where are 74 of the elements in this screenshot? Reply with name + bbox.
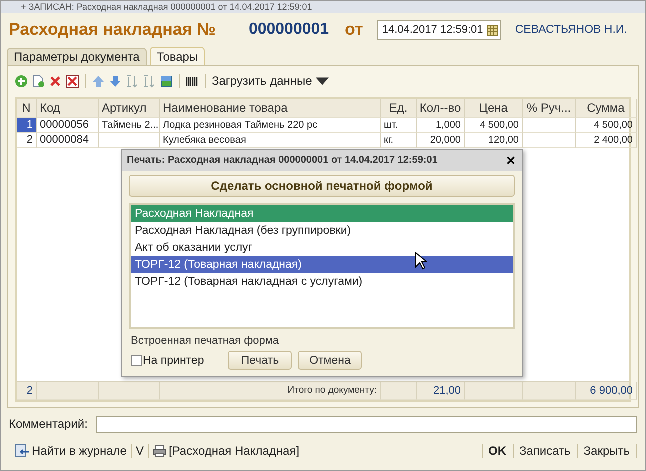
table-cell[interactable]: 2 <box>17 133 37 148</box>
footer-button[interactable]: Записать <box>514 444 577 458</box>
comment-label: Комментарий: <box>9 417 88 431</box>
table-cell: 4 500,00 <box>576 118 637 133</box>
table-cell: 2 <box>17 382 37 400</box>
footer-button[interactable]: Закрыть <box>578 444 636 458</box>
comment-field[interactable] <box>96 416 637 432</box>
table-cell <box>523 118 576 133</box>
column-header[interactable]: Ед. <box>381 99 417 118</box>
table-cell: 1,000 <box>417 118 465 133</box>
column-header[interactable]: Кол--во <box>417 99 465 118</box>
table-cell: 20,000 <box>417 133 465 148</box>
sort-descending-icon[interactable] <box>143 74 156 88</box>
find-in-journal-link[interactable]: Найти в журнале <box>11 444 131 458</box>
tab[interactable]: Параметры документа <box>7 48 147 65</box>
table-cell: 2 400,00 <box>576 133 637 148</box>
dialog-title: Печать: Расходная накладная 000000001 от 14.04.2017 12:59:01 <box>127 155 438 166</box>
print-form-item[interactable]: Акт об оказании услуг <box>131 239 513 256</box>
barcode-icon[interactable] <box>186 74 199 88</box>
column-header[interactable]: % Руч... <box>523 99 576 118</box>
window-title: + ЗАПИСАН: Расходная накладная 000000001 от 14.04.2017 12:59:01 <box>21 2 312 12</box>
table-cell <box>523 133 576 148</box>
table-cell: Лодка резиновая Таймень 220 рс <box>160 118 381 133</box>
print-form-item[interactable]: Расходная Накладная <box>131 205 513 222</box>
builtin-form-label: Встроенная печатная форма <box>131 335 280 347</box>
table-cell: 00000084 <box>37 133 99 148</box>
make-default-button[interactable]: Сделать основной печатной формой <box>129 175 515 197</box>
table-cell <box>99 133 160 148</box>
printer-icon <box>152 444 167 458</box>
calendar-icon[interactable] <box>487 24 498 36</box>
close-button[interactable]: ✕ <box>506 154 516 168</box>
date-field[interactable]: 14.04.2017 12:59:01 <box>377 20 502 40</box>
add-icon[interactable] <box>15 74 28 88</box>
column-header[interactable]: Сумма <box>576 99 637 118</box>
printer-label: На принтер <box>143 354 204 366</box>
table-cell: Кулебяка весовая <box>160 133 381 148</box>
delete-icon[interactable] <box>49 74 62 88</box>
table-cell: 00000056 <box>37 118 99 133</box>
column-header[interactable]: Наименование товара <box>160 99 381 118</box>
print-form-item[interactable]: ТОРГ-12 (Товарная накладная) <box>131 256 513 273</box>
load-data-button[interactable]: Загрузить данные <box>212 74 330 88</box>
author-name: СЕВАСТЬЯНОВ Н.И. <box>515 24 628 36</box>
print-link[interactable]: [Расходная Накладная] <box>148 444 304 458</box>
sort-ascending-icon[interactable] <box>126 74 139 88</box>
table-cell: 21,00 <box>417 382 465 400</box>
table-cell: Таймень 2... <box>99 118 160 133</box>
mark-delete-icon[interactable] <box>66 74 79 88</box>
table-cell: 120,00 <box>465 133 523 148</box>
table-cell: шт. <box>381 118 417 133</box>
v-link[interactable]: V <box>132 444 148 458</box>
print-form-item[interactable]: Расходная Накладная (без группировки) <box>131 222 513 239</box>
footer-button[interactable]: OK <box>482 444 512 458</box>
table-cell: 6 900,00 <box>576 382 637 400</box>
mouse-cursor-icon <box>415 252 427 270</box>
document-title: Расходная накладная № <box>9 20 216 40</box>
column-header[interactable]: Код <box>37 99 99 118</box>
arrow-down-icon[interactable] <box>109 74 122 88</box>
dialog-button[interactable]: Отмена <box>298 351 362 370</box>
table-cell: Итого по документу: <box>160 382 381 400</box>
journal-icon <box>15 444 30 458</box>
picture-icon[interactable] <box>160 74 173 88</box>
column-header[interactable]: Цена <box>465 99 523 118</box>
print-form-item[interactable]: ТОРГ-12 (Товарная накладная с услугами) <box>131 273 513 290</box>
date-label: от <box>345 20 364 40</box>
document-number: 000000001 <box>248 21 330 39</box>
printer-checkbox[interactable] <box>131 355 142 366</box>
arrow-up-icon[interactable] <box>92 74 105 88</box>
table-cell: 4 500,00 <box>465 118 523 133</box>
tab[interactable]: Товары <box>150 47 206 65</box>
dialog-button[interactable]: Печать <box>228 351 292 370</box>
copy-icon[interactable] <box>32 74 45 88</box>
column-header[interactable]: Артикул <box>99 99 160 118</box>
table-cell: кг. <box>381 133 417 148</box>
table-cell[interactable]: 1 <box>17 118 37 133</box>
